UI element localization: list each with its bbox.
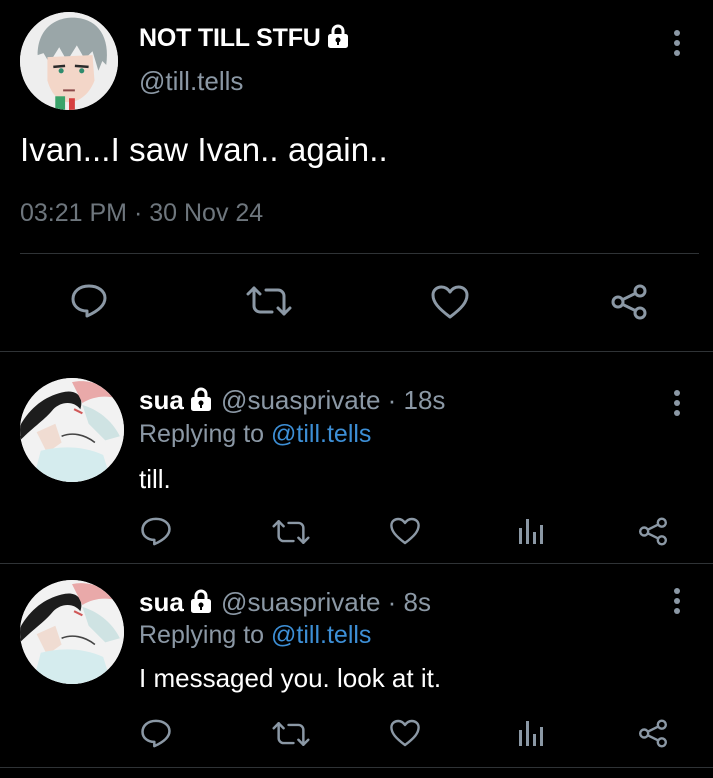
anime-boy-portrait-image <box>20 12 118 110</box>
more-options-icon[interactable] <box>674 30 680 56</box>
like-icon[interactable] <box>389 516 421 546</box>
meta-separator: · <box>127 199 150 227</box>
replying-to-label: Replying to <box>139 621 272 649</box>
reply-author-name[interactable]: sua <box>139 385 184 415</box>
reply-icon[interactable] <box>140 718 172 749</box>
main-author-handle[interactable]: @till.tells <box>139 66 243 97</box>
share-icon[interactable] <box>609 283 649 321</box>
anime-couple-portrait-image <box>20 580 124 684</box>
reply-author-handle[interactable]: @suasprivate <box>221 587 380 617</box>
replying-to-line: Replying to @till.tells <box>139 621 371 650</box>
anime-couple-portrait-image <box>20 378 124 482</box>
reply-time: 8s <box>403 587 431 617</box>
tweet-time: 03:21 PM <box>20 199 128 227</box>
like-icon[interactable] <box>389 718 421 748</box>
reply-text: I messaged you. look at it. <box>139 663 442 693</box>
reply-text: till. <box>139 464 171 494</box>
divider <box>0 767 713 768</box>
main-tweet-timestamp: 03:21 PM · 30 Nov 24 <box>20 199 263 228</box>
main-tweet: NOT TILL STFU @till.tells Ivan...I saw I… <box>0 0 713 351</box>
retweet-icon[interactable] <box>246 284 292 318</box>
meta-separator: · <box>380 587 404 617</box>
main-author-name: NOT TILL STFU <box>139 24 321 52</box>
main-author-name-row[interactable]: NOT TILL STFU <box>139 24 351 55</box>
analytics-icon[interactable] <box>516 718 544 748</box>
reply-time: 18s <box>403 385 446 415</box>
reply-author-avatar[interactable] <box>20 378 124 482</box>
share-icon[interactable] <box>637 718 669 749</box>
retweet-icon[interactable] <box>272 720 310 748</box>
tweet-thread-view: NOT TILL STFU @till.tells Ivan...I saw I… <box>0 0 713 778</box>
main-author-avatar[interactable] <box>20 12 118 110</box>
divider <box>20 253 699 254</box>
lock-icon <box>188 589 214 620</box>
reply-header: sua @suasprivate · 8s <box>139 587 431 620</box>
tweet-date: 30 Nov 24 <box>149 199 264 227</box>
main-tweet-text: Ivan...I saw Ivan.. again.. <box>20 131 388 168</box>
reply-header: sua @suasprivate · 18s <box>139 385 445 418</box>
more-options-icon[interactable] <box>674 588 680 614</box>
reply-icon[interactable] <box>140 516 172 547</box>
meta-separator: · <box>380 385 404 415</box>
replying-to-label: Replying to <box>139 420 272 448</box>
replying-to-handle-link[interactable]: @till.tells <box>271 621 371 649</box>
retweet-icon[interactable] <box>272 518 310 546</box>
reply-tweet[interactable]: sua @suasprivate · 8s Replying to @till.… <box>0 564 713 767</box>
reply-tweet[interactable]: sua @suasprivate · 18s Replying to @till… <box>0 352 713 563</box>
reply-author-handle[interactable]: @suasprivate <box>221 385 380 415</box>
lock-icon <box>325 24 351 55</box>
lock-icon <box>188 387 214 418</box>
replying-to-line: Replying to @till.tells <box>139 420 371 449</box>
replying-to-handle-link[interactable]: @till.tells <box>271 420 371 448</box>
more-options-icon[interactable] <box>674 390 680 416</box>
analytics-icon[interactable] <box>516 516 544 546</box>
reply-author-avatar[interactable] <box>20 580 124 684</box>
reply-icon[interactable] <box>70 283 108 319</box>
reply-author-name[interactable]: sua <box>139 587 184 617</box>
like-icon[interactable] <box>430 284 470 320</box>
share-icon[interactable] <box>637 516 669 547</box>
